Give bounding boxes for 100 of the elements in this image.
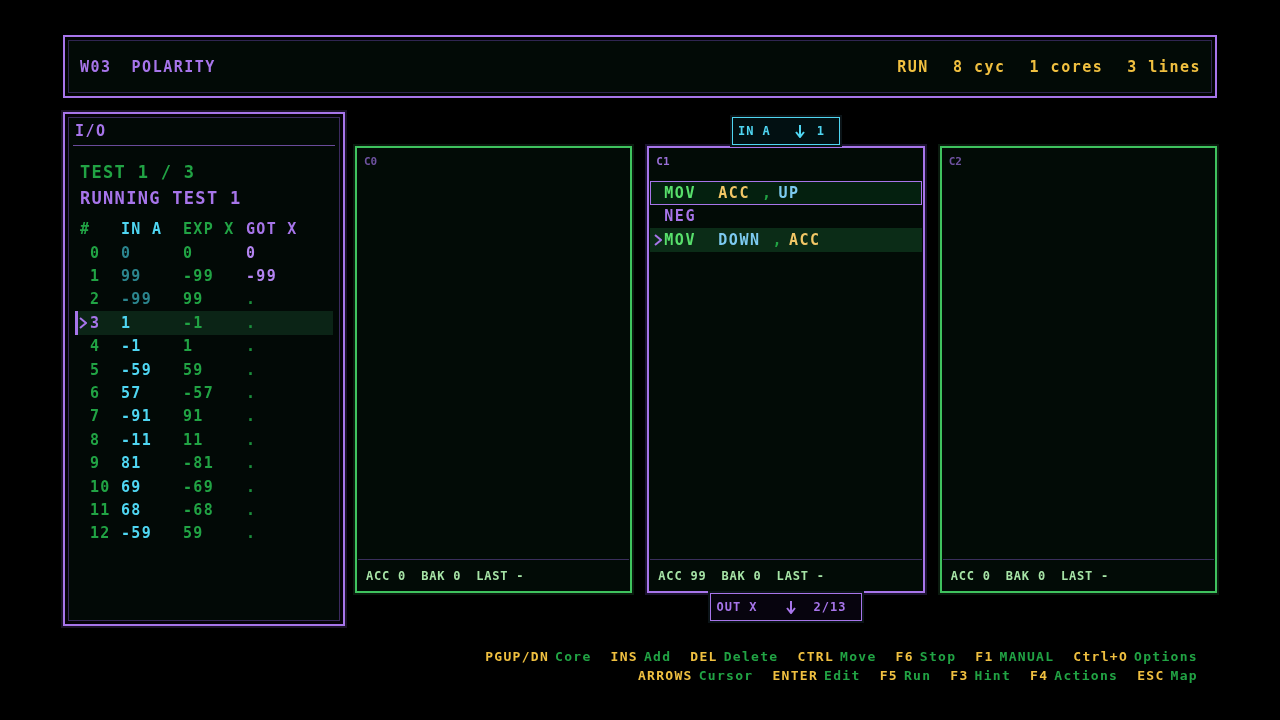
operand-text: ACC xyxy=(718,183,750,202)
table-cell-text: 4 xyxy=(90,337,102,356)
core-label: C2 xyxy=(948,155,962,169)
code-line[interactable]: NEG xyxy=(650,204,922,228)
stat-text: 1 cores xyxy=(1029,57,1104,76)
register-status: LAST - xyxy=(476,568,525,583)
key-label: ENTER xyxy=(772,668,819,683)
table-cell-text: 0 xyxy=(121,243,133,262)
table-cell-text: . xyxy=(246,407,258,426)
action-label: Edit xyxy=(824,668,861,683)
table-cell-text: 59 xyxy=(183,524,205,543)
key-label: Ctrl+O xyxy=(1073,649,1129,664)
stat-text: 8 cyc xyxy=(952,57,1006,76)
table-cell-text: 81 xyxy=(121,454,143,473)
table-cell-text: -57 xyxy=(183,384,215,403)
column-header: # xyxy=(80,220,92,238)
key-label: F6 xyxy=(895,649,914,664)
action-label: Add xyxy=(643,649,672,664)
action-label: Stop xyxy=(919,649,957,664)
table-cell-text: -81 xyxy=(183,454,215,473)
table-cell-text: 9 xyxy=(90,454,102,473)
table-cell-text: . xyxy=(246,524,258,543)
table-cell-text: 0 xyxy=(183,243,195,262)
register-status: BAK 0 xyxy=(721,568,762,583)
register-status: BAK 0 xyxy=(1005,568,1046,583)
table-cell-text: . xyxy=(246,360,258,379)
operand-text: DOWN xyxy=(718,230,761,249)
table-cell-text: 99 xyxy=(183,290,205,309)
table-cell-text: -99 xyxy=(183,267,215,286)
table-cell-text: -68 xyxy=(183,501,215,519)
table-cell-text: . xyxy=(246,313,258,332)
register-status: ACC 0 xyxy=(366,568,407,583)
table-cell-text: 99 xyxy=(121,267,143,286)
operand-text: ACC xyxy=(789,230,821,249)
table-cell-text: 0 xyxy=(90,243,102,262)
down-arrow-icon xyxy=(794,124,805,138)
key-label: F4 xyxy=(1030,668,1049,683)
table-cell-text: 11 xyxy=(183,430,205,449)
action-label: Cursor xyxy=(698,668,754,683)
table-cell-text: 2 xyxy=(90,290,102,309)
key-label: F1 xyxy=(975,649,994,664)
key-label: DEL xyxy=(690,649,718,664)
table-cell-text: 1 xyxy=(90,267,102,286)
key-label: ARROWS xyxy=(637,668,693,683)
table-cell-text: -99 xyxy=(246,267,278,286)
chevron-icon xyxy=(79,316,87,329)
port-label: OUT X xyxy=(716,600,758,614)
chevron-icon xyxy=(653,233,662,246)
table-cell-text: 7 xyxy=(90,407,102,426)
level-code: W03 xyxy=(80,57,112,76)
table-cell-text: -91 xyxy=(121,407,153,426)
table-cell-text: . xyxy=(246,430,258,449)
core-label: C1 xyxy=(656,155,670,169)
key-label: ESC xyxy=(1137,668,1165,683)
table-cell-text: -69 xyxy=(183,477,215,496)
action-label: Delete xyxy=(723,649,779,664)
table-cell-text: -11 xyxy=(121,430,153,449)
table-cell-text: 57 xyxy=(121,384,143,403)
opcode-text: MOV xyxy=(664,230,697,249)
table-cell-text: 0 xyxy=(246,243,258,262)
register-status: ACC 0 xyxy=(950,568,991,583)
column-header: EXP X xyxy=(183,220,236,238)
level-title: POLARITY xyxy=(131,57,216,76)
opcode-text: NEG xyxy=(664,207,697,226)
key-label: INS xyxy=(610,649,638,664)
action-label: Core xyxy=(555,649,592,664)
key-label: PGUP/DN xyxy=(485,649,550,664)
test-status: RUNNING TEST 1 xyxy=(79,187,243,210)
table-cell-text: -59 xyxy=(121,360,153,379)
table-cell-text: -1 xyxy=(183,313,205,332)
port-value: 1 xyxy=(816,124,826,138)
table-cell-text: 6 xyxy=(90,384,102,403)
table-cell-text: 69 xyxy=(121,477,143,496)
action-label: Run xyxy=(903,668,932,683)
action-label: MANUAL xyxy=(999,649,1055,664)
table-cell-text: 3 xyxy=(90,313,102,332)
key-label: F5 xyxy=(879,668,898,683)
table-cell-text: 91 xyxy=(183,407,205,426)
column-header: GOT X xyxy=(246,220,299,238)
comma-text: , xyxy=(761,183,773,202)
down-arrow-icon xyxy=(785,600,796,614)
register-status: BAK 0 xyxy=(421,568,462,583)
core-label: C0 xyxy=(364,155,378,169)
key-label: CTRL xyxy=(797,649,834,664)
table-cell-text: . xyxy=(246,384,258,403)
table-cell-text: . xyxy=(246,477,258,496)
table-cell-text: . xyxy=(246,290,258,309)
action-label: Options xyxy=(1134,649,1198,664)
table-cell-text: 1 xyxy=(121,313,133,332)
table-cell-text: . xyxy=(246,337,258,356)
table-cell-text: 12 xyxy=(90,524,112,543)
table-cell-text: 5 xyxy=(90,360,102,379)
table-cell-text: 11 xyxy=(90,501,112,519)
port-label: IN A xyxy=(737,124,771,138)
port-value: 2/13 xyxy=(813,600,847,614)
table-cell-text: . xyxy=(246,501,258,519)
column-header: IN A xyxy=(121,220,164,238)
key-label: F3 xyxy=(950,668,969,683)
operand-text: UP xyxy=(778,183,800,202)
test-counter: TEST 1 / 3 xyxy=(79,161,197,184)
